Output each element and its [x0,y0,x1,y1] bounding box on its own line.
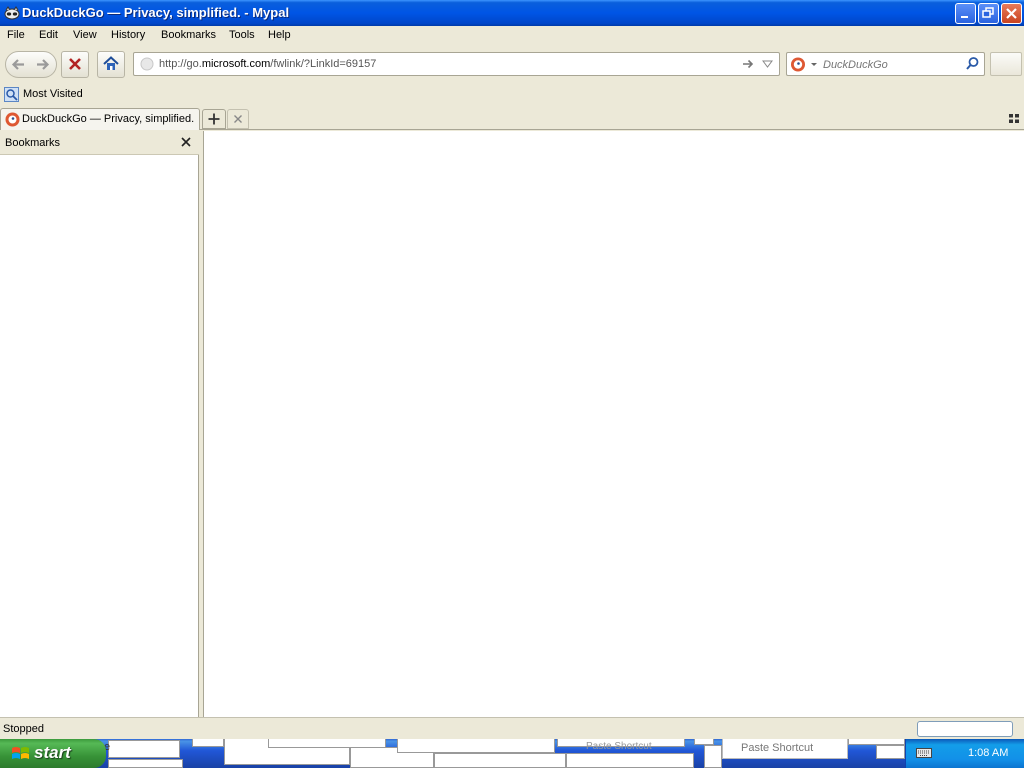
web-content-area[interactable] [204,131,1024,717]
bookmarks-toolbar: Most Visited [0,84,1024,106]
ghost-window [876,745,905,759]
taskbar: e Paste Shortcut Paste Shortcut start 1:… [0,739,1024,768]
search-input[interactable] [823,57,963,72]
ghost-paste-shortcut: Paste Shortcut [586,741,652,752]
menu-bar: File Edit View History Bookmarks Tools H… [0,26,1024,46]
status-text: Stopped [3,723,44,735]
duckduckgo-icon [791,57,817,72]
restore-button[interactable] [978,3,999,24]
most-visited-icon [4,87,19,105]
sidebar-close-button[interactable] [180,136,192,151]
clock[interactable]: 1:08 AM [968,747,1008,759]
menu-history[interactable]: History [111,29,145,41]
menu-help[interactable]: Help [268,29,291,41]
site-identity-icon[interactable] [140,57,154,74]
list-all-tabs-icon[interactable] [1009,113,1020,126]
url-dropdown-icon[interactable] [762,59,773,72]
windows-logo-icon [11,745,31,766]
tab-strip: DuckDuckGo — Privacy, simplified. [0,106,1024,130]
back-arrow-icon [11,59,24,70]
home-button[interactable] [97,51,125,78]
ghost-window [704,745,722,768]
title-bar[interactable]: DuckDuckGo — Privacy, simplified. - Mypa… [0,0,1024,26]
plus-icon [208,113,220,125]
restore-icon [982,7,994,18]
menu-view[interactable]: View [73,29,97,41]
menu-bookmarks[interactable]: Bookmarks [161,29,216,41]
stop-icon [69,58,81,70]
duckduckgo-icon [5,112,20,130]
close-icon [234,115,242,123]
ghost-window [108,759,183,768]
close-icon [181,137,191,147]
sidebar-title[interactable]: Bookmarks [5,137,60,149]
bookmark-most-visited[interactable]: Most Visited [23,88,83,100]
system-tray: 1:08 AM [905,739,1024,768]
tab-duckduckgo[interactable]: DuckDuckGo — Privacy, simplified. [0,108,200,130]
ghost-window [434,753,566,768]
sidebar-header: Bookmarks [0,131,199,155]
minimize-icon [961,16,968,18]
url-bar[interactable]: http://go.microsoft.com/fwlink/?LinkId=6… [133,52,780,76]
search-bar[interactable] [786,52,985,76]
menu-edit[interactable]: Edit [39,29,58,41]
menu-file[interactable]: File [7,29,25,41]
ghost-paste-shortcut: Paste Shortcut [741,742,814,754]
search-engine-selector[interactable] [790,56,820,73]
window-title: DuckDuckGo — Privacy, simplified. - Mypa… [22,5,290,20]
ghost-window [108,740,180,758]
forward-arrow-icon [37,59,50,70]
ghost-window [192,739,224,747]
menu-tools[interactable]: Tools [229,29,255,41]
forward-button[interactable] [33,54,53,75]
tab-label: DuckDuckGo — Privacy, simplified. [22,113,195,125]
navigation-toolbar: http://go.microsoft.com/fwlink/?LinkId=6… [0,46,1024,84]
minimize-button[interactable] [955,3,976,24]
new-tab-button[interactable] [202,109,226,129]
close-window-button[interactable] [1001,3,1022,24]
stop-button[interactable] [61,51,89,78]
bookmarks-sidebar: Bookmarks [0,131,199,717]
close-icon [1006,8,1017,19]
go-arrow-icon[interactable] [741,57,755,74]
toolbar-extra-button[interactable] [990,52,1022,76]
start-button[interactable]: start [0,739,106,768]
close-tab-button[interactable] [227,109,249,129]
back-button[interactable] [8,54,30,75]
progress-meter [917,721,1013,737]
back-forward-group [5,51,57,78]
start-label: start [34,743,71,762]
ghost-window [397,739,555,753]
mypal-raccoon-icon [4,5,20,21]
url-text[interactable]: http://go.microsoft.com/fwlink/?LinkId=6… [159,58,376,70]
status-bar: Stopped [0,717,1024,739]
search-go-button[interactable] [965,56,980,75]
search-icon [966,57,979,70]
home-icon [103,56,119,70]
keyboard-icon[interactable] [916,747,932,762]
ghost-window [566,753,694,768]
